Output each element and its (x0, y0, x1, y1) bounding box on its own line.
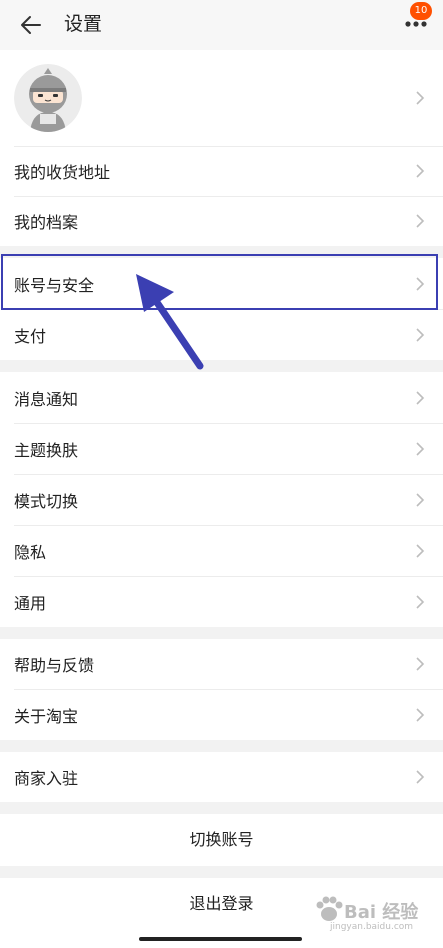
menu-item-notifications[interactable]: 消息通知 (0, 372, 443, 423)
menu-item-label: 主题换肤 (14, 441, 79, 460)
watermark-url: jingyan.baidu.com (330, 922, 414, 932)
menu-item-label: 我的档案 (14, 213, 79, 232)
chevron-right-icon (416, 657, 425, 671)
menu-item-about-taobao[interactable]: 关于淘宝 (0, 689, 443, 740)
profile-row[interactable] (0, 50, 443, 146)
help-section: 帮助与反馈 关于淘宝 (0, 639, 443, 740)
switch-account-button[interactable]: 切换账号 (0, 814, 443, 866)
menu-item-label: 帮助与反馈 (14, 656, 95, 675)
menu-item-label: 商家入驻 (14, 769, 79, 788)
paw-logo-icon (316, 896, 343, 921)
menu-item-privacy[interactable]: 隐私 (0, 525, 443, 576)
merchant-section: 商家入驻 (0, 752, 443, 802)
watermark-brand: Bai 经验 (344, 902, 419, 923)
chevron-right-icon (416, 544, 425, 558)
annotation-highlight-box (1, 254, 438, 310)
ninja-avatar-icon (14, 64, 82, 132)
home-indicator (139, 937, 302, 941)
menu-item-mode-switch[interactable]: 模式切换 (0, 474, 443, 525)
general-section: 消息通知 主题换肤 模式切换 隐私 通用 (0, 372, 443, 627)
chevron-right-icon (416, 493, 425, 507)
menu-item-label: 支付 (14, 327, 47, 346)
menu-item-general[interactable]: 通用 (0, 576, 443, 627)
more-dots-icon[interactable] (405, 21, 427, 27)
menu-item-payment[interactable]: 支付 (0, 309, 443, 360)
menu-item-shipping-address[interactable]: 我的收货地址 (0, 146, 443, 196)
menu-item-theme[interactable]: 主题换肤 (0, 423, 443, 474)
page-title: 设置 (64, 13, 103, 35)
chevron-right-icon (416, 391, 425, 405)
chevron-right-icon (416, 91, 425, 105)
menu-item-merchant-join[interactable]: 商家入驻 (0, 752, 443, 802)
menu-item-label: 模式切换 (14, 492, 79, 511)
arrow-left-icon[interactable] (20, 14, 42, 36)
chevron-right-icon (416, 164, 425, 178)
menu-item-label: 消息通知 (14, 390, 79, 409)
menu-item-help-feedback[interactable]: 帮助与反馈 (0, 639, 443, 689)
chevron-right-icon (416, 595, 425, 609)
top-nav-bar: 设置 10 (0, 0, 443, 50)
chevron-right-icon (416, 328, 425, 342)
notification-badge: 10 (410, 2, 432, 20)
chevron-right-icon (416, 770, 425, 784)
chevron-right-icon (416, 442, 425, 456)
profile-section: 我的收货地址 我的档案 (0, 50, 443, 246)
menu-item-label: 我的收货地址 (14, 163, 111, 182)
chevron-right-icon (416, 214, 425, 228)
menu-item-my-archive[interactable]: 我的档案 (0, 196, 443, 246)
chevron-right-icon (416, 708, 425, 722)
annotation-arrow-icon (136, 274, 204, 370)
menu-item-label: 关于淘宝 (14, 707, 79, 726)
avatar (14, 64, 82, 132)
baidu-jingyan-watermark: Bai 经验 jingyan.baidu.com (312, 892, 438, 938)
menu-item-label: 通用 (14, 594, 47, 613)
menu-item-label: 隐私 (14, 543, 47, 562)
